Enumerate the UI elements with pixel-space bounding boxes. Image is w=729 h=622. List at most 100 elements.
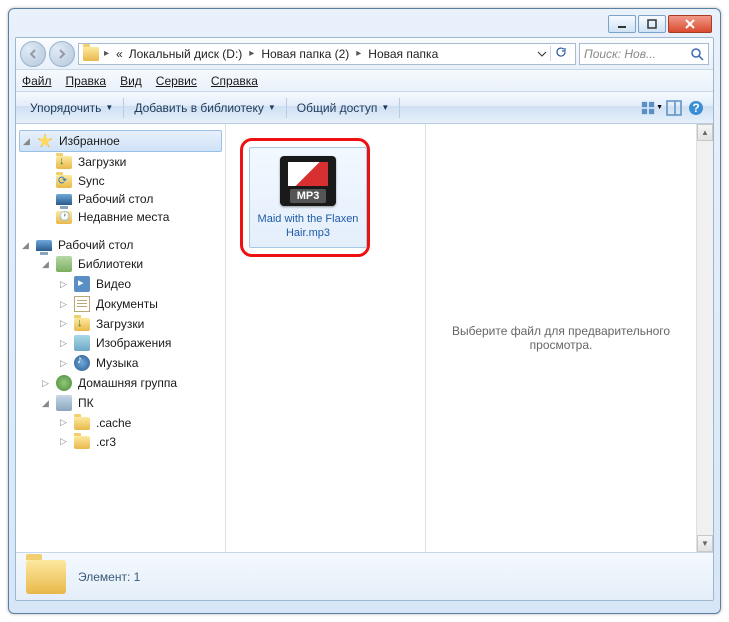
breadcrumb-item[interactable]: Новая папка	[366, 47, 440, 61]
nav-pictures[interactable]: ▷Изображения	[16, 333, 225, 353]
folder-icon	[26, 560, 66, 594]
expand-icon: ▷	[60, 279, 67, 290]
nav-video[interactable]: ▷Видео	[16, 274, 225, 294]
desktop-icon	[36, 240, 52, 251]
minimize-button[interactable]	[608, 15, 636, 33]
add-to-library-button[interactable]: Добавить в библиотеку▼	[126, 98, 283, 118]
desktop-icon	[56, 194, 72, 205]
back-button[interactable]	[20, 41, 46, 67]
scroll-track[interactable]	[697, 141, 713, 535]
nav-recent[interactable]: Недавние места	[16, 208, 225, 226]
navigation-pane[interactable]: ◢Избранное Загрузки Sync Рабочий стол Не…	[16, 124, 226, 552]
chevron-down-icon: ▼	[105, 103, 113, 112]
nav-desktop-root[interactable]: ◢Рабочий стол	[16, 236, 225, 254]
nav-downloads2[interactable]: ▷Загрузки	[16, 314, 225, 333]
search-icon	[690, 47, 704, 61]
chevron-icon: ▸	[353, 48, 364, 59]
sync-icon	[56, 175, 72, 188]
preview-pane-button[interactable]	[663, 97, 685, 119]
scroll-up-button[interactable]: ▲	[697, 124, 713, 141]
star-icon	[37, 133, 53, 149]
nav-downloads[interactable]: Загрузки	[16, 152, 225, 171]
menu-file[interactable]: Файл	[22, 74, 52, 88]
preview-placeholder: Выберите файл для предварительного просм…	[446, 324, 676, 352]
scroll-down-button[interactable]: ▼	[697, 535, 713, 552]
breadcrumb-item[interactable]: Новая папка (2)	[259, 47, 351, 61]
window-frame: ▸ « Локальный диск (D:) ▸ Новая папка (2…	[8, 8, 721, 614]
file-name: Maid with the Flaxen Hair.mp3	[254, 212, 362, 241]
nav-homegroup[interactable]: ▷Домашняя группа	[16, 373, 225, 393]
annotation-highlight: Maid with the Flaxen Hair.mp3	[240, 138, 370, 257]
collapse-icon: ◢	[42, 398, 49, 409]
folder-icon	[74, 417, 90, 430]
path-dropdown[interactable]	[536, 48, 548, 60]
content-area: ◢Избранное Загрузки Sync Рабочий стол Не…	[16, 124, 713, 552]
chevron-down-icon: ▼	[656, 104, 663, 111]
menu-edit[interactable]: Правка	[66, 74, 107, 88]
downloads-icon	[74, 318, 90, 331]
file-list[interactable]: Maid with the Flaxen Hair.mp3	[226, 124, 426, 552]
pc-icon	[56, 395, 72, 411]
share-button[interactable]: Общий доступ▼	[289, 98, 398, 118]
chevron-icon: ▸	[246, 48, 257, 59]
search-placeholder: Поиск: Нов...	[584, 47, 690, 61]
collapse-icon: ◢	[23, 136, 30, 147]
nav-cache[interactable]: ▷.cache	[16, 413, 225, 432]
nav-pc[interactable]: ◢ПК	[16, 393, 225, 413]
help-button[interactable]: ?	[685, 97, 707, 119]
address-bar: ▸ « Локальный диск (D:) ▸ Новая папка (2…	[16, 38, 713, 70]
view-options-button[interactable]: ▼	[641, 97, 663, 119]
nav-documents[interactable]: ▷Документы	[16, 294, 225, 314]
downloads-icon	[56, 156, 72, 169]
menu-tools[interactable]: Сервис	[156, 74, 197, 88]
organize-button[interactable]: Упорядочить▼	[22, 98, 121, 118]
expand-icon: ▷	[60, 358, 67, 369]
maximize-button[interactable]	[638, 15, 666, 33]
mp3-icon	[280, 156, 336, 206]
menu-help[interactable]: Справка	[211, 74, 258, 88]
expand-icon: ▷	[60, 436, 67, 447]
chevron-icon: ▸	[101, 48, 112, 59]
collapse-icon: ◢	[22, 240, 29, 251]
separator	[286, 98, 287, 118]
window-body: ▸ « Локальный диск (D:) ▸ Новая папка (2…	[15, 37, 714, 601]
folder-icon	[83, 47, 99, 61]
nav-music[interactable]: ▷Музыка	[16, 353, 225, 373]
status-text: Элемент: 1	[78, 570, 140, 584]
separator	[123, 98, 124, 118]
documents-icon	[74, 296, 90, 312]
libraries-icon	[56, 256, 72, 272]
breadcrumb[interactable]: ▸ « Локальный диск (D:) ▸ Новая папка (2…	[78, 43, 576, 65]
close-button[interactable]	[668, 15, 712, 33]
breadcrumb-item[interactable]: Локальный диск (D:)	[127, 47, 245, 61]
music-icon	[74, 355, 90, 371]
expand-icon: ▷	[60, 417, 67, 428]
vertical-scrollbar[interactable]: ▲ ▼	[696, 124, 713, 552]
folder-icon	[74, 436, 90, 449]
separator	[399, 98, 400, 118]
pictures-icon	[74, 335, 90, 351]
expand-icon: ▷	[60, 318, 67, 329]
nav-sync[interactable]: Sync	[16, 171, 225, 190]
file-item[interactable]: Maid with the Flaxen Hair.mp3	[249, 147, 367, 248]
title-bar	[15, 15, 714, 37]
collapse-icon: ◢	[42, 259, 49, 270]
nav-favorites[interactable]: ◢Избранное	[19, 130, 222, 152]
nav-desktop[interactable]: Рабочий стол	[16, 190, 225, 208]
chevron-down-icon: ▼	[381, 103, 389, 112]
recent-icon	[56, 211, 72, 224]
nav-cr3[interactable]: ▷.cr3	[16, 432, 225, 451]
forward-button[interactable]	[49, 41, 75, 67]
menu-bar: Файл Правка Вид Сервис Справка	[16, 70, 713, 92]
expand-icon: ▷	[60, 338, 67, 349]
chevron-down-icon: ▼	[268, 103, 276, 112]
svg-text:?: ?	[692, 101, 699, 115]
status-bar: Элемент: 1	[16, 552, 713, 600]
homegroup-icon	[56, 375, 72, 391]
search-input[interactable]: Поиск: Нов...	[579, 43, 709, 65]
breadcrumb-prefix[interactable]: «	[114, 47, 125, 61]
refresh-button[interactable]	[550, 46, 571, 61]
nav-libraries[interactable]: ◢Библиотеки	[16, 254, 225, 274]
expand-icon: ▷	[42, 378, 49, 389]
menu-view[interactable]: Вид	[120, 74, 142, 88]
